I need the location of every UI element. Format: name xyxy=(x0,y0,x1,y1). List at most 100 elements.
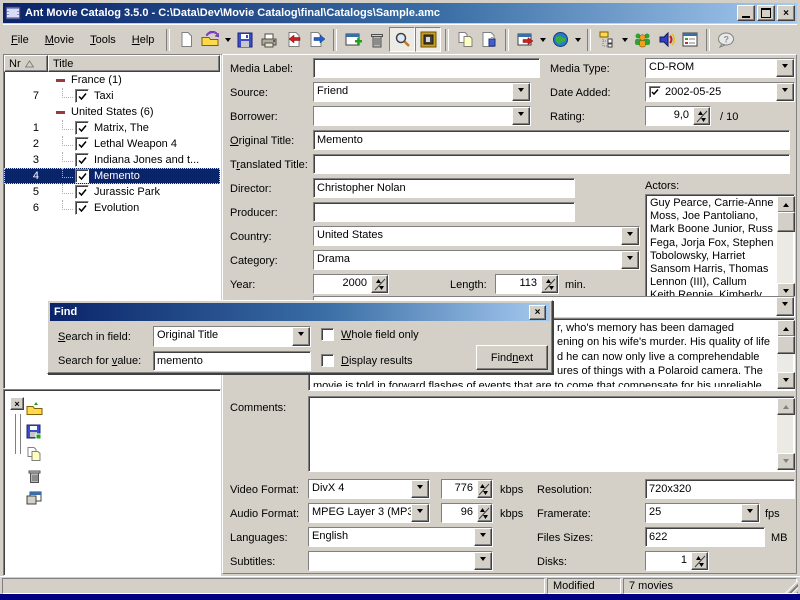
media-label-input[interactable] xyxy=(313,58,540,78)
print-button[interactable] xyxy=(257,28,281,51)
delete-picture-button[interactable] xyxy=(24,466,44,486)
combo-dropdown-button[interactable] xyxy=(411,480,429,498)
find-dialog-titlebar[interactable]: Find × xyxy=(50,303,550,321)
spin-updown-button[interactable] xyxy=(371,275,388,293)
picture-panel-close-button[interactable]: × xyxy=(10,397,24,410)
save-picture-button[interactable] xyxy=(24,422,44,442)
audio-format-combobox[interactable]: MPEG Layer 3 (MP3) xyxy=(308,503,430,523)
picture-panel-button[interactable] xyxy=(415,27,441,52)
internet-dropdown[interactable] xyxy=(572,28,583,51)
scroll-up-button[interactable] xyxy=(777,196,795,213)
video-format-combobox[interactable]: DivX 4 xyxy=(308,479,430,499)
actors-scrollbar[interactable] xyxy=(777,196,793,300)
combo-dropdown-button[interactable] xyxy=(474,528,492,546)
column-header-title[interactable]: Title xyxy=(48,55,220,72)
category-combobox[interactable]: Drama xyxy=(313,250,640,270)
tree-movie-row[interactable]: 7Taxi xyxy=(4,88,220,104)
group-tree-button[interactable] xyxy=(595,28,619,51)
preferences-button[interactable] xyxy=(678,28,702,51)
load-picture-button[interactable] xyxy=(24,398,44,418)
spin-updown-button[interactable] xyxy=(477,480,492,498)
tree-movie-row[interactable]: 1Matrix, The xyxy=(4,120,220,136)
description-scrollbar[interactable] xyxy=(777,320,793,389)
export-button[interactable] xyxy=(305,28,329,51)
year-spinner[interactable]: 2000 xyxy=(313,274,389,294)
combo-dropdown-button[interactable] xyxy=(411,504,429,522)
tree-movie-row[interactable]: 3Indiana Jones and t... xyxy=(4,152,220,168)
languages-combobox[interactable]: English xyxy=(308,527,493,547)
scrollbar-thumb[interactable] xyxy=(777,336,795,354)
open-file-button[interactable] xyxy=(198,28,222,51)
movie-checkbox[interactable] xyxy=(75,89,89,103)
minimize-button[interactable] xyxy=(737,5,755,21)
audio-bitrate-spinner[interactable]: 96 xyxy=(441,503,493,523)
combo-dropdown-button[interactable] xyxy=(512,83,530,101)
find-next-button[interactable]: Find next xyxy=(476,345,548,370)
files-sizes-input[interactable] xyxy=(645,527,765,547)
save-button[interactable] xyxy=(233,28,257,51)
import-button[interactable] xyxy=(281,28,305,51)
scrollbar-thumb[interactable] xyxy=(777,212,795,232)
combo-dropdown-button[interactable] xyxy=(621,227,639,245)
date-checkbox[interactable] xyxy=(649,86,661,98)
group-tree-dropdown[interactable] xyxy=(619,28,630,51)
export-window-button[interactable] xyxy=(513,28,537,51)
tree-movie-row[interactable]: 5Jurassic Park xyxy=(4,184,220,200)
rating-spinner[interactable]: 9,0 xyxy=(645,106,711,126)
actors-textbox[interactable]: Guy Pearce, Carrie-Anne Moss, Joe Pantol… xyxy=(645,194,795,302)
combo-dropdown-button[interactable] xyxy=(474,552,492,570)
column-header-nr[interactable]: Nr xyxy=(4,55,48,72)
menu-movie[interactable]: Movie xyxy=(37,32,82,48)
menu-help[interactable]: Help xyxy=(124,32,163,48)
toolbar-grip[interactable] xyxy=(16,414,21,454)
borrowers-button[interactable] xyxy=(630,28,654,51)
movie-checkbox[interactable] xyxy=(75,121,89,135)
spin-updown-button[interactable] xyxy=(693,107,710,125)
media-type-combobox[interactable]: CD-ROM xyxy=(645,58,795,78)
borrower-combobox[interactable] xyxy=(313,106,531,126)
languages-button[interactable] xyxy=(654,28,678,51)
video-bitrate-spinner[interactable]: 776 xyxy=(441,479,493,499)
search-for-value-input[interactable] xyxy=(153,351,311,371)
combo-dropdown-button[interactable] xyxy=(776,59,794,77)
original-title-input[interactable] xyxy=(313,130,790,150)
new-file-button[interactable] xyxy=(174,28,198,51)
combo-dropdown-button[interactable] xyxy=(776,83,794,101)
movie-checkbox[interactable] xyxy=(75,169,89,183)
disks-spinner[interactable]: 1 xyxy=(645,551,709,571)
date-added-picker[interactable]: 2002-05-25 xyxy=(645,82,795,102)
length-spinner[interactable]: 113 xyxy=(495,274,559,294)
movie-checkbox[interactable] xyxy=(75,185,89,199)
display-results-checkbox[interactable] xyxy=(321,354,334,367)
find-button[interactable] xyxy=(389,27,415,52)
maximize-button[interactable] xyxy=(757,5,775,21)
combo-dropdown-button[interactable] xyxy=(776,297,794,316)
collapse-minus-icon[interactable] xyxy=(56,111,65,114)
scroll-down-button[interactable] xyxy=(777,453,795,470)
resolution-input[interactable] xyxy=(645,479,795,499)
tree-movie-row[interactable]: 4Memento xyxy=(4,168,220,184)
subtitles-combobox[interactable] xyxy=(308,551,493,571)
producer-input[interactable] xyxy=(313,202,575,222)
close-button[interactable]: × xyxy=(777,5,795,21)
picture-window-button[interactable] xyxy=(24,488,44,508)
tree-movie-row[interactable]: 6Evolution xyxy=(4,200,220,216)
movie-checkbox[interactable] xyxy=(75,201,89,215)
copy-picture-button[interactable] xyxy=(24,444,44,464)
tree-movie-row[interactable]: 2Lethal Weapon 4 xyxy=(4,136,220,152)
internet-button[interactable] xyxy=(548,28,572,51)
combo-dropdown-button[interactable] xyxy=(741,504,759,522)
tree-group-row[interactable]: France (1) xyxy=(4,72,220,88)
menu-tools[interactable]: Tools xyxy=(82,32,124,48)
tree-group-row[interactable]: United States (6) xyxy=(4,104,220,120)
find-dialog-close-button[interactable]: × xyxy=(529,305,546,320)
movie-checkbox[interactable] xyxy=(75,137,89,151)
spin-updown-button[interactable] xyxy=(477,504,492,522)
export-window-dropdown[interactable] xyxy=(537,28,548,51)
add-movie-button[interactable] xyxy=(341,28,365,51)
combo-dropdown-button[interactable] xyxy=(621,251,639,269)
combo-dropdown-button[interactable] xyxy=(292,327,310,346)
menu-file[interactable]: File xyxy=(3,32,37,48)
whole-field-only-checkbox[interactable] xyxy=(321,328,334,341)
country-combobox[interactable]: United States xyxy=(313,226,640,246)
